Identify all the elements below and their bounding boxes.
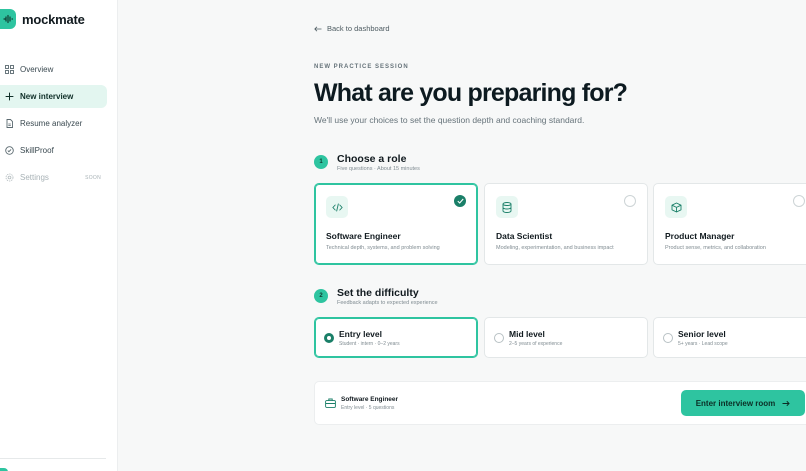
code-icon xyxy=(326,196,348,218)
sidebar-item-label: SkillProof xyxy=(20,146,54,155)
summary-title: Software Engineer xyxy=(341,396,399,403)
role-description: Product sense, metrics, and collaboratio… xyxy=(665,245,766,251)
role-description: Technical depth, systems, and problem so… xyxy=(326,245,440,251)
step-subtitle: Feedback adapts to expected experience xyxy=(337,300,438,306)
main-content: Back to dashboard NEW PRACTICE SESSION W… xyxy=(118,0,806,471)
level-description: 2–5 years of experience xyxy=(509,341,563,347)
sidebar-item-settings: Settings SOON xyxy=(0,166,107,189)
soon-badge: SOON xyxy=(85,174,101,181)
sidebar-item-overview[interactable]: Overview xyxy=(0,58,107,81)
step-number: 1 xyxy=(314,155,328,169)
sidebar-item-label: Overview xyxy=(20,65,54,74)
page-title: What are you preparing for? xyxy=(314,79,628,107)
logo-waveform-icon xyxy=(0,9,16,29)
grid-icon xyxy=(4,65,14,75)
sidebar: mockmate Overview New interview Resume a… xyxy=(0,0,118,471)
back-to-dashboard-link[interactable]: Back to dashboard xyxy=(314,24,390,33)
level-card-mid[interactable]: Mid level 2–5 years of experience xyxy=(484,317,648,358)
level-title: Mid level xyxy=(509,329,545,339)
step-number: 2 xyxy=(314,289,328,303)
document-icon xyxy=(4,119,14,129)
summary-subtitle: Entry level · 5 questions xyxy=(341,405,395,411)
sidebar-nav: Overview New interview Resume analyzer S… xyxy=(0,58,118,193)
step-title: Set the difficulty xyxy=(337,287,419,299)
sidebar-item-label: Resume analyzer xyxy=(20,119,83,128)
briefcase-icon xyxy=(325,398,336,408)
page-subtitle: We'll use your choices to set the questi… xyxy=(314,115,585,125)
step-subtitle: Five questions · About 15 minutes xyxy=(337,166,420,172)
step-set-difficulty: 2 Set the difficulty Feedback adapts to … xyxy=(314,287,438,306)
role-description: Modeling, experimentation, and business … xyxy=(496,245,614,251)
button-label: Enter interview room xyxy=(695,398,776,408)
role-title: Software Engineer xyxy=(326,231,401,241)
sidebar-item-skillproof[interactable]: SkillProof xyxy=(0,139,107,162)
plus-icon xyxy=(4,92,14,102)
level-card-entry[interactable]: Entry level Student · intern · 0–2 years xyxy=(314,317,478,358)
level-card-senior[interactable]: Senior level 5+ years · Lead scope xyxy=(653,317,806,358)
sidebar-item-label: Settings xyxy=(20,173,49,182)
brand-name: mockmate xyxy=(22,11,85,27)
level-description: 5+ years · Lead scope xyxy=(678,341,728,347)
sidebar-item-resume-analyzer[interactable]: Resume analyzer xyxy=(0,112,107,135)
level-radio[interactable] xyxy=(324,333,334,343)
level-title: Senior level xyxy=(678,329,726,339)
level-description: Student · intern · 0–2 years xyxy=(339,341,400,347)
role-radio[interactable] xyxy=(793,195,805,207)
arrow-left-icon xyxy=(314,26,322,31)
sidebar-footer xyxy=(0,458,106,471)
brand[interactable]: mockmate xyxy=(0,9,85,29)
role-card-data-scientist[interactable]: Data Scientist Modeling, experimentation… xyxy=(484,183,648,265)
selected-check-icon xyxy=(454,195,466,207)
database-icon xyxy=(496,196,518,218)
role-title: Product Manager xyxy=(665,231,735,241)
sidebar-item-label: New interview xyxy=(20,92,74,101)
step-title: Choose a role xyxy=(337,153,407,165)
box-icon xyxy=(665,196,687,218)
back-label: Back to dashboard xyxy=(327,24,390,33)
eyebrow: NEW PRACTICE SESSION xyxy=(314,64,409,70)
arrow-right-icon xyxy=(782,400,790,406)
level-title: Entry level xyxy=(339,329,382,339)
level-radio[interactable] xyxy=(494,333,504,343)
check-circle-icon xyxy=(4,146,14,156)
gear-icon xyxy=(4,173,14,183)
role-card-product-manager[interactable]: Product Manager Product sense, metrics, … xyxy=(653,183,806,265)
enter-interview-room-button[interactable]: Enter interview room xyxy=(681,390,805,416)
role-card-software-engineer[interactable]: Software Engineer Technical depth, syste… xyxy=(314,183,478,265)
role-radio[interactable] xyxy=(624,195,636,207)
role-title: Data Scientist xyxy=(496,231,553,241)
sidebar-item-new-interview[interactable]: New interview xyxy=(0,85,107,108)
level-radio[interactable] xyxy=(663,333,673,343)
step-choose-role: 1 Choose a role Five questions · About 1… xyxy=(314,153,420,172)
